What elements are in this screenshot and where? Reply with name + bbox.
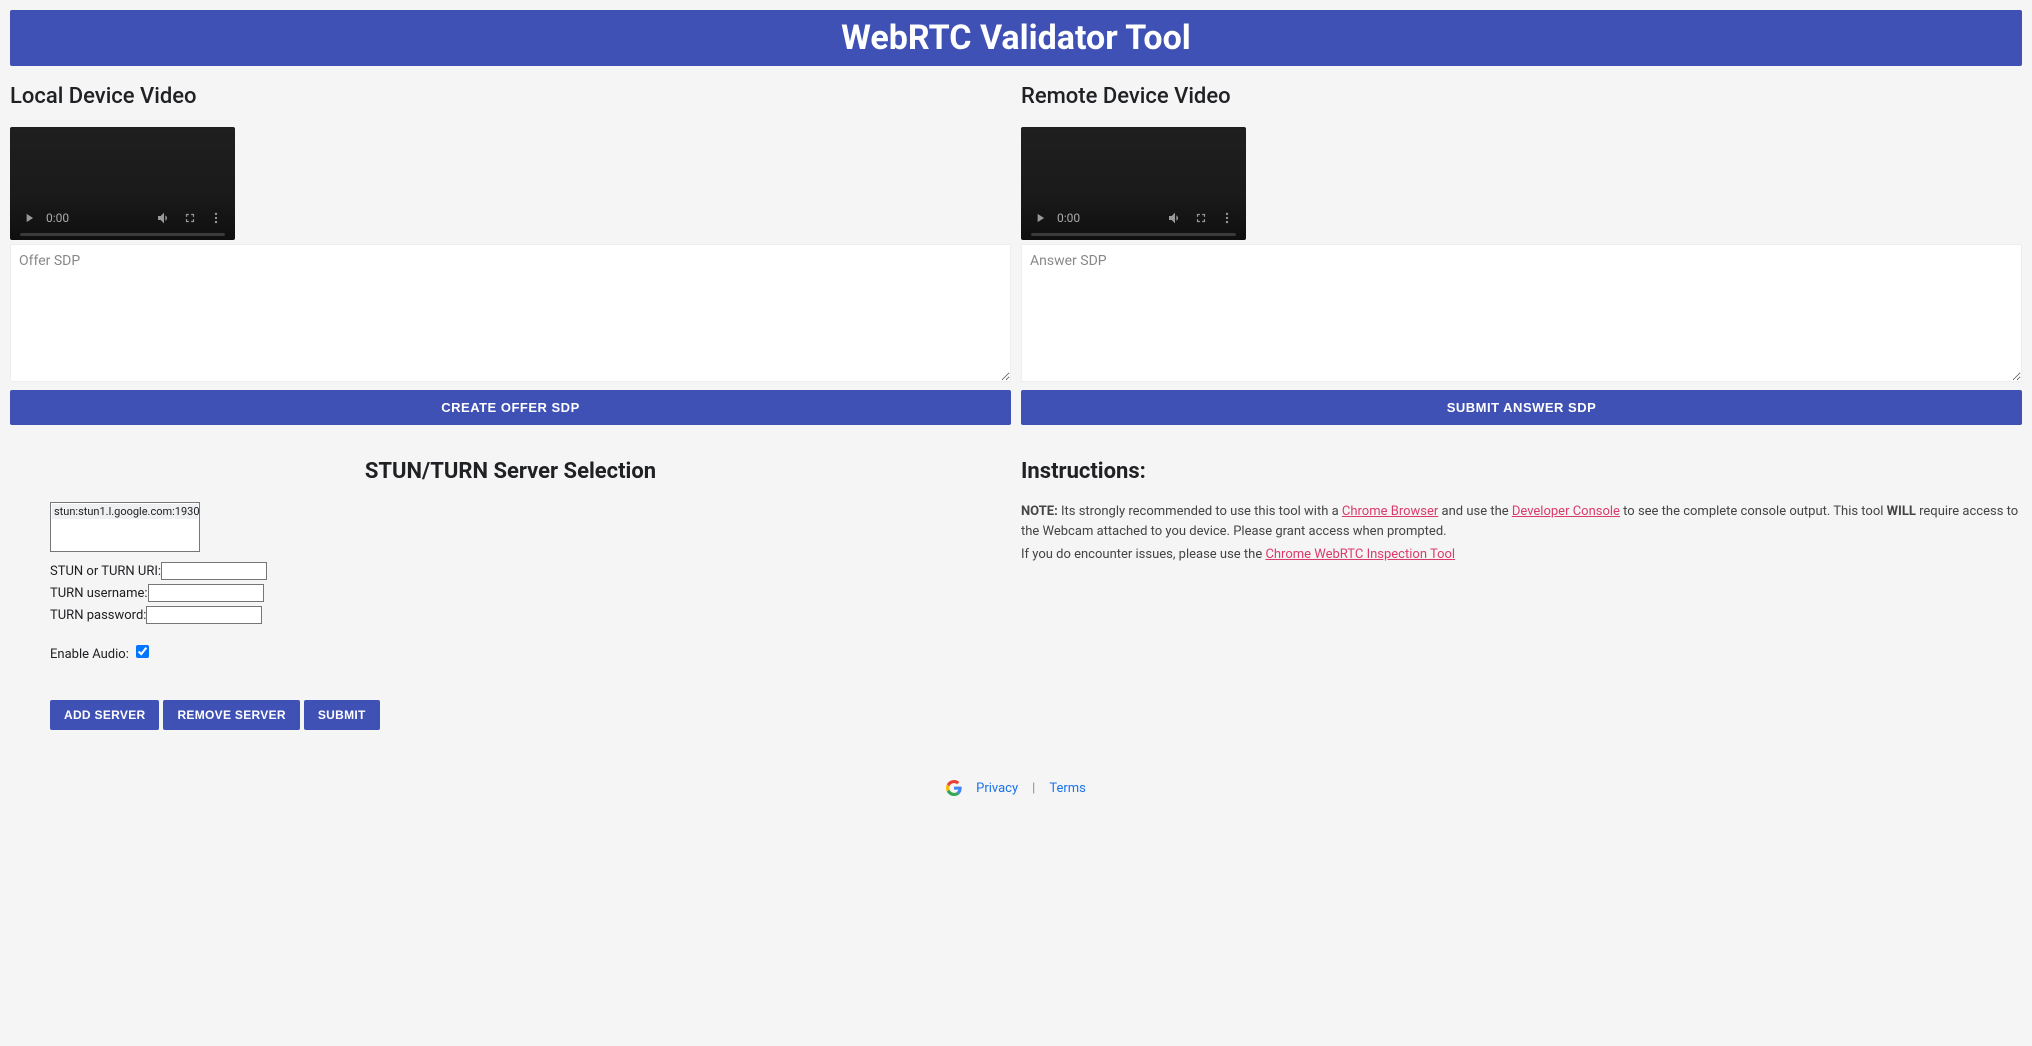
uri-label: STUN or TURN URI:	[50, 564, 161, 579]
developer-console-link[interactable]: Developer Console	[1512, 504, 1620, 519]
turn-password-input[interactable]	[146, 606, 262, 624]
remote-video-player[interactable]: 0:00	[1021, 127, 1246, 240]
turn-username-input[interactable]	[148, 584, 264, 602]
local-video-time: 0:00	[46, 211, 69, 225]
remote-video-time: 0:00	[1057, 211, 1080, 225]
page-footer: Privacy | Terms	[10, 780, 2022, 796]
play-icon[interactable]	[1031, 209, 1049, 227]
enable-audio-label: Enable Audio:	[50, 647, 129, 662]
instr-text-2: and use the	[1438, 504, 1512, 519]
google-logo-icon	[946, 780, 962, 796]
volume-icon[interactable]	[155, 209, 173, 227]
instr-strong-will: WILL	[1887, 504, 1916, 519]
more-icon[interactable]	[1218, 209, 1236, 227]
webrtc-inspection-tool-link[interactable]: Chrome WebRTC Inspection Tool	[1265, 547, 1455, 562]
terms-link[interactable]: Terms	[1049, 781, 1086, 796]
privacy-link[interactable]: Privacy	[976, 781, 1018, 796]
play-icon[interactable]	[20, 209, 38, 227]
fullscreen-icon[interactable]	[181, 209, 199, 227]
fullscreen-icon[interactable]	[1192, 209, 1210, 227]
remote-column: Remote Device Video 0:00	[1021, 84, 2022, 730]
submit-answer-sdp-button[interactable]: SUBMIT ANSWER SDP	[1021, 390, 2022, 425]
offer-sdp-textarea[interactable]	[10, 244, 1011, 382]
answer-sdp-textarea[interactable]	[1021, 244, 2022, 382]
more-icon[interactable]	[207, 209, 225, 227]
instr-text-3: to see the complete console output. This…	[1620, 504, 1887, 519]
instr-text-5: If you do encounter issues, please use t…	[1021, 547, 1265, 562]
footer-divider: |	[1032, 781, 1035, 796]
volume-icon[interactable]	[1166, 209, 1184, 227]
server-selection-heading: STUN/TURN Server Selection	[10, 459, 1011, 484]
remote-video-heading: Remote Device Video	[1021, 84, 2022, 109]
local-column: Local Device Video 0:00	[10, 84, 1011, 730]
local-video-heading: Local Device Video	[10, 84, 1011, 109]
remove-server-button[interactable]: REMOVE SERVER	[163, 700, 299, 730]
stun-turn-uri-input[interactable]	[161, 562, 267, 580]
server-list-item[interactable]: stun:stun1.l.google.com:19302	[52, 504, 198, 519]
page-title-text: WebRTC Validator Tool	[841, 18, 1191, 58]
page-title-bar: WebRTC Validator Tool	[10, 10, 2022, 66]
turn-username-label: TURN username:	[50, 586, 148, 601]
remote-video-progress[interactable]	[1031, 233, 1236, 236]
instructions-heading: Instructions:	[1021, 459, 2022, 484]
local-video-progress[interactable]	[20, 233, 225, 236]
add-server-button[interactable]: ADD SERVER	[50, 700, 159, 730]
note-label: NOTE:	[1021, 504, 1058, 519]
server-listbox[interactable]: stun:stun1.l.google.com:19302	[50, 502, 200, 552]
enable-audio-checkbox[interactable]	[136, 645, 149, 658]
turn-password-label: TURN password:	[50, 608, 146, 623]
local-video-player[interactable]: 0:00	[10, 127, 235, 240]
chrome-browser-link[interactable]: Chrome Browser	[1342, 504, 1438, 519]
create-offer-sdp-button[interactable]: CREATE OFFER SDP	[10, 390, 1011, 425]
instructions-body: NOTE: Its strongly recommended to use th…	[1021, 502, 2022, 565]
submit-server-button[interactable]: SUBMIT	[304, 700, 380, 730]
instr-text-1: Its strongly recommended to use this too…	[1058, 504, 1342, 519]
